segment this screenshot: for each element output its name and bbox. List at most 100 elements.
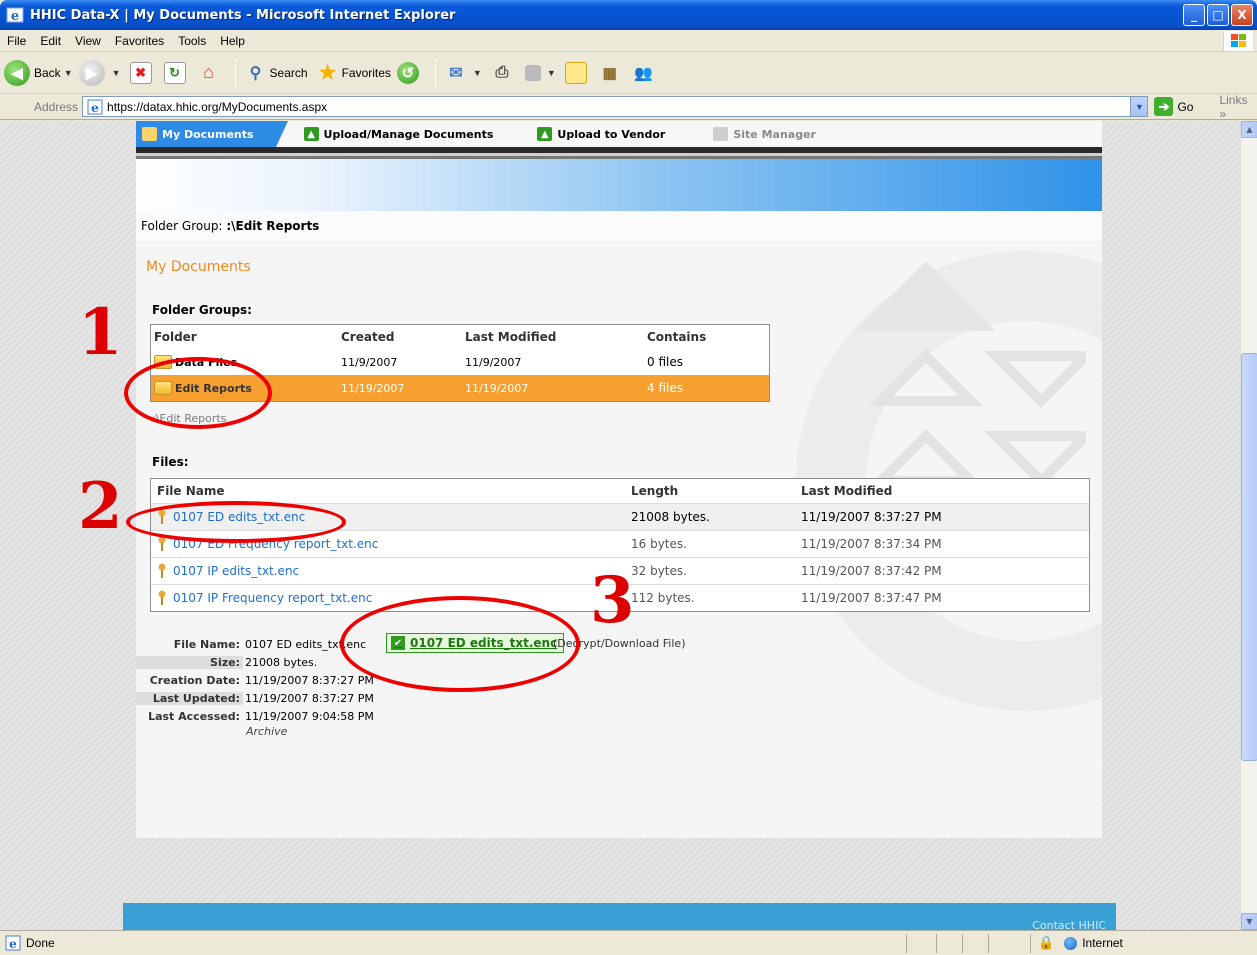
detail-label: Last Updated:: [136, 691, 243, 705]
research-icon: ▦: [602, 64, 617, 82]
printer-icon: ⎙: [495, 63, 509, 81]
key-icon: [158, 590, 166, 605]
forward-button[interactable]: ▶ ▼: [78, 59, 121, 86]
refresh-button[interactable]: ↻: [161, 61, 189, 84]
maximize-button[interactable]: □: [1207, 4, 1229, 26]
back-button[interactable]: ◀ Back ▼: [4, 59, 73, 86]
file-link[interactable]: 0107 IP edits_txt.enc: [173, 564, 299, 578]
page-footer: Contact HHIC: [123, 903, 1116, 930]
mail-button[interactable]: ✉ ▼: [442, 62, 482, 84]
address-bar: Address e https://datax.hhic.org/MyDocum…: [0, 93, 1257, 121]
annotation-circle-3: [340, 596, 580, 692]
table-header: Folder Created Last Modified Contains: [154, 330, 707, 344]
forward-arrow-icon: ▶: [78, 59, 105, 86]
menu-view[interactable]: View: [68, 34, 108, 48]
annotation-number-2: 2: [78, 469, 123, 544]
home-button[interactable]: ⌂: [195, 62, 223, 84]
favorites-button[interactable]: ★ Favorites: [314, 62, 391, 84]
links-button[interactable]: Links »: [1219, 93, 1257, 121]
window-title: HHIC Data-X | My Documents - Microsoft I…: [30, 7, 456, 23]
files-heading: Files:: [152, 455, 189, 469]
archive-link[interactable]: Archive: [246, 725, 287, 738]
folder-group-path: Folder Group: :\Edit Reports: [136, 211, 1102, 241]
key-icon: [158, 563, 166, 578]
ie-icon: e: [6, 7, 24, 24]
vertical-scrollbar[interactable]: ▲ ▼: [1240, 121, 1257, 930]
status-bar: e Done 🔒 Internet: [0, 930, 1257, 955]
annotation-number-3: 3: [590, 563, 635, 638]
page-icon: e: [87, 99, 103, 115]
svg-text:e: e: [11, 9, 19, 24]
messenger-button[interactable]: 👥: [630, 62, 658, 84]
go-button[interactable]: ➔ Go: [1154, 97, 1193, 116]
detail-value: 11/19/2007 8:37:27 PM: [245, 691, 374, 705]
annotation-circle-1: [124, 357, 272, 429]
file-details: File Name: 0107 ED edits_txt.enc Size: 210…: [136, 635, 374, 725]
star-icon: ★: [318, 62, 337, 84]
tab-site-manager[interactable]: Site Manager: [707, 121, 826, 147]
upload-icon: ▲: [537, 127, 553, 141]
detail-value: 21008 bytes.: [245, 655, 318, 669]
annotation-circle-2: [126, 501, 346, 543]
site-manager-icon: [713, 127, 729, 141]
svg-text:e: e: [91, 101, 99, 115]
back-arrow-icon: ◀: [4, 59, 30, 86]
file-link[interactable]: 0107 IP Frequency report_txt.enc: [173, 591, 372, 605]
annotation-number-1: 1: [78, 295, 123, 370]
scroll-thumb[interactable]: [1241, 353, 1257, 761]
lock-icon: 🔒: [1038, 935, 1055, 950]
windows-flag-icon: [1223, 31, 1253, 51]
menu-file[interactable]: File: [0, 34, 33, 48]
chevron-down-icon: ▼: [546, 67, 556, 78]
menu-help[interactable]: Help: [213, 34, 252, 48]
chevron-down-icon: ▼: [63, 67, 73, 78]
standard-toolbar: ◀ Back ▼ ▶ ▼ ✖ ↻ ⌂ ⚲ Search ★ Favorites ↺ …: [0, 52, 1257, 94]
tab-upload-to-vendor[interactable]: ▲ Upload to Vendor: [531, 121, 675, 147]
detail-value: 11/19/2007 9:04:58 PM: [245, 709, 374, 723]
header-banner: [136, 159, 1102, 211]
folder-groups-heading: Folder Groups:: [152, 303, 252, 317]
mail-icon: ✉: [449, 64, 463, 82]
menu-favorites[interactable]: Favorites: [108, 34, 171, 48]
discuss-button[interactable]: [562, 61, 590, 84]
contact-link[interactable]: Contact HHIC: [1032, 919, 1106, 930]
chevron-down-icon[interactable]: ▼: [1130, 97, 1148, 116]
stop-icon: ✖: [129, 61, 152, 84]
tab-my-documents[interactable]: My Documents: [136, 121, 288, 147]
security-zone: 🔒 Internet: [1038, 935, 1123, 950]
page-title: My Documents: [146, 259, 251, 275]
detail-value: 11/19/2007 8:37:27 PM: [245, 673, 374, 687]
stop-button[interactable]: ✖: [127, 61, 155, 84]
svg-text:e: e: [9, 937, 17, 951]
tab-upload-manage-documents[interactable]: ▲ Upload/Manage Documents: [298, 121, 504, 147]
detail-label: Size:: [136, 655, 243, 669]
chevron-down-icon: ▼: [111, 67, 121, 78]
documents-icon: [142, 127, 157, 141]
detail-label: Creation Date:: [149, 673, 240, 687]
detail-label: Last Accessed:: [148, 709, 240, 723]
go-arrow-icon: ➔: [1154, 97, 1174, 116]
refresh-icon: ↻: [163, 61, 186, 84]
scroll-down-icon[interactable]: ▼: [1241, 913, 1257, 930]
close-button[interactable]: X: [1231, 4, 1253, 26]
search-button[interactable]: ⚲ Search: [242, 62, 308, 84]
address-url: https://datax.hhic.org/MyDocuments.aspx: [107, 99, 328, 114]
home-icon: ⌂: [203, 62, 214, 82]
edit-button[interactable]: ▼: [522, 64, 556, 81]
scroll-up-icon[interactable]: ▲: [1241, 121, 1257, 138]
print-button[interactable]: ⎙: [488, 62, 516, 84]
research-button[interactable]: ▦: [596, 62, 624, 84]
nav-tabs: My Documents ▲ Upload/Manage Documents ▲…: [136, 121, 1102, 147]
status-text: Done: [26, 936, 55, 950]
minimize-button[interactable]: _: [1183, 4, 1205, 26]
address-input[interactable]: e https://datax.hhic.org/MyDocuments.asp…: [82, 96, 1149, 117]
key-icon: [158, 536, 166, 551]
history-button[interactable]: ↺: [396, 61, 423, 84]
chevron-down-icon: ▼: [472, 67, 482, 78]
page-viewport: My Documents ▲ Upload/Manage Documents ▲…: [0, 121, 1240, 930]
history-icon: ↺: [396, 61, 419, 84]
menu-edit[interactable]: Edit: [33, 34, 68, 48]
menu-tools[interactable]: Tools: [171, 34, 213, 48]
upload-icon: ▲: [303, 127, 319, 141]
window-titlebar: e HHIC Data-X | My Documents - Microsoft…: [0, 0, 1257, 30]
